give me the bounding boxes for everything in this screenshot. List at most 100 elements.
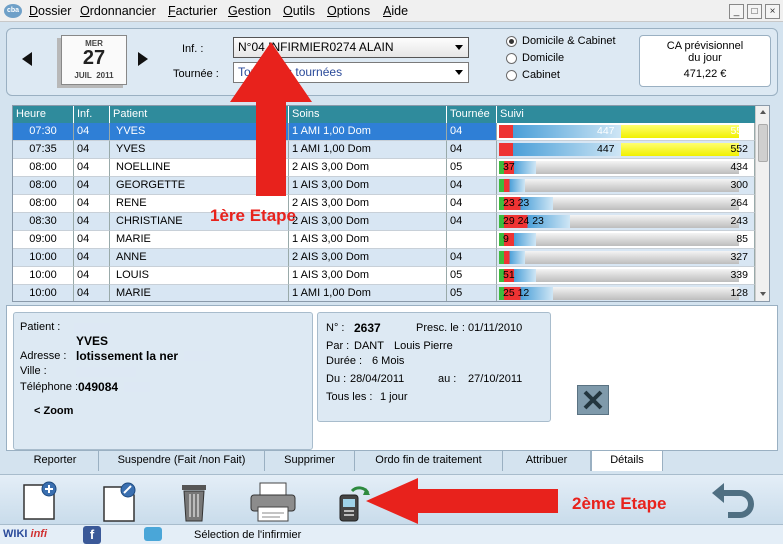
table-scrollbar[interactable] (755, 106, 769, 301)
suivi-bar-track (499, 251, 739, 264)
trash-button[interactable] (172, 479, 216, 523)
tournee-table: Heure Inf. Patient Soins Tournée Suivi 0… (12, 105, 770, 302)
maximize-button[interactable]: □ (747, 4, 762, 19)
menu-dossier[interactable]: Dossier (29, 4, 71, 18)
row-inf: 04 (74, 141, 110, 159)
au-date: 27/10/2011 (468, 373, 523, 385)
facebook-icon[interactable]: f (83, 526, 101, 544)
radio-domicile-cabinet[interactable] (506, 36, 517, 47)
row-suivi: 447 552 (497, 123, 755, 141)
redacted (124, 382, 150, 392)
col-inf[interactable]: Inf. (74, 106, 110, 123)
detail-area: Patient : YVES Adresse : lotissement la … (6, 305, 778, 451)
ordo-num: 2637 (354, 321, 381, 335)
zoom-link[interactable]: < Zoom (34, 405, 73, 417)
wiki-link[interactable]: WIKI infi (3, 528, 47, 540)
calendar-month-year: JUIL 2011 (74, 71, 114, 80)
menu-ordonnancier[interactable]: Ordonnancier (80, 4, 156, 18)
redacted (74, 323, 110, 333)
row-heure: 10:00 (13, 285, 74, 301)
row-heure: 08:00 (13, 177, 74, 195)
tab-reporter[interactable]: Reporter (12, 451, 99, 471)
tab-suspendre[interactable]: Suspendre (Fait /non Fait) (99, 451, 265, 471)
back-button[interactable] (708, 479, 758, 523)
radio-label: Domicile (522, 52, 565, 64)
tab-attribuer[interactable]: Attribuer (503, 451, 591, 471)
col-heure[interactable]: Heure (13, 106, 74, 123)
chat-icon[interactable] (144, 527, 162, 541)
row-suivi: 25 12 128 (497, 285, 755, 301)
radio-domicile[interactable] (506, 53, 517, 64)
edit-document-button[interactable] (98, 479, 142, 523)
patient-telephone: 049084 (78, 380, 119, 394)
suivi-bar-progress (499, 179, 525, 192)
redacted (184, 351, 210, 361)
menu-gestion[interactable]: Gestion (228, 4, 271, 18)
suivi-value-1: 447 (597, 143, 615, 155)
new-document-button[interactable] (18, 479, 62, 523)
ca-subtitle: du jour (688, 52, 722, 64)
suivi-value-1: 23 23 (503, 197, 530, 209)
row-inf: 04 (74, 213, 110, 231)
radio-label: Domicile & Cabinet (522, 35, 616, 47)
row-tournee (447, 231, 497, 249)
delete-close-button[interactable] (577, 385, 609, 415)
scroll-down-icon[interactable] (760, 292, 766, 296)
print-button[interactable] (248, 479, 298, 523)
suivi-value-2: 128 (730, 287, 748, 299)
row-tournee: 04 (447, 213, 497, 231)
calendar-day: 27 (82, 47, 106, 69)
printer-icon (250, 482, 296, 522)
menu-aide[interactable]: Aide (383, 4, 408, 18)
calendar-date[interactable]: MER 27 JUIL 2011 (61, 35, 127, 85)
patient-panel: Patient : YVES Adresse : lotissement la … (13, 312, 313, 450)
col-suivi[interactable]: Suivi (497, 106, 755, 123)
close-button[interactable]: × (765, 4, 780, 19)
scroll-thumb[interactable] (758, 124, 768, 162)
col-tournee[interactable]: Tournée (447, 106, 497, 123)
row-suivi: 37 434 (497, 159, 755, 177)
row-patient: MARIE (110, 231, 289, 249)
row-heure: 08:00 (13, 159, 74, 177)
par-label: Par : (326, 340, 350, 352)
suivi-value-2: 552 (730, 125, 748, 137)
tab-ordo-fin-traitement[interactable]: Ordo fin de traitement (355, 451, 503, 471)
row-tournee: 04 (447, 177, 497, 195)
ca-previsionnel-box: CA prévisionnel du jour 471,22 € (639, 35, 771, 87)
menu-bar: cba Dossier Ordonnancier Facturier Gesti… (0, 0, 783, 22)
row-tournee: 04 (447, 195, 497, 213)
suivi-value-2: 85 (736, 233, 748, 245)
row-tournee: 04 (447, 249, 497, 267)
row-inf: 04 (74, 267, 110, 285)
prev-day-arrow-icon[interactable] (22, 52, 32, 66)
row-soins: 1 AMI 1,00 Dom (289, 285, 447, 301)
menu-facturier[interactable]: Facturier (168, 4, 217, 18)
row-heure: 10:00 (13, 267, 74, 285)
row-suivi: 51 339 (497, 267, 755, 285)
edit-document-icon (103, 482, 136, 522)
suivi-value-2: 552 (730, 143, 748, 155)
menu-outils[interactable]: Outils (283, 4, 315, 18)
next-day-arrow-icon[interactable] (138, 52, 148, 66)
tab-details[interactable]: Détails (591, 451, 663, 471)
radio-cabinet[interactable] (506, 70, 517, 81)
menu-options[interactable]: Options (327, 4, 370, 18)
status-bar: WIKI infi f Sélection de l'infirmier (0, 524, 783, 544)
adresse-label: Adresse : (20, 350, 67, 362)
back-arrow-icon (712, 483, 754, 518)
tournee-label: Tournée : (173, 68, 219, 80)
redacted (76, 367, 136, 377)
chevron-down-icon (455, 45, 463, 50)
ville-label: Ville : (20, 365, 47, 377)
par-name-a: DANT (354, 340, 384, 352)
row-inf: 04 (74, 177, 110, 195)
chevron-down-icon (455, 70, 463, 75)
tab-supprimer[interactable]: Supprimer (265, 451, 355, 471)
patient-label: Patient : (20, 321, 61, 333)
presc-label: Presc. le : (416, 322, 465, 334)
step1-annotation: 1ère Etape (210, 206, 296, 225)
minimize-button[interactable]: _ (729, 4, 744, 19)
ordo-num-label: N° : (326, 322, 345, 334)
scroll-up-icon[interactable] (760, 110, 766, 114)
ca-title: CA prévisionnel (666, 40, 744, 52)
